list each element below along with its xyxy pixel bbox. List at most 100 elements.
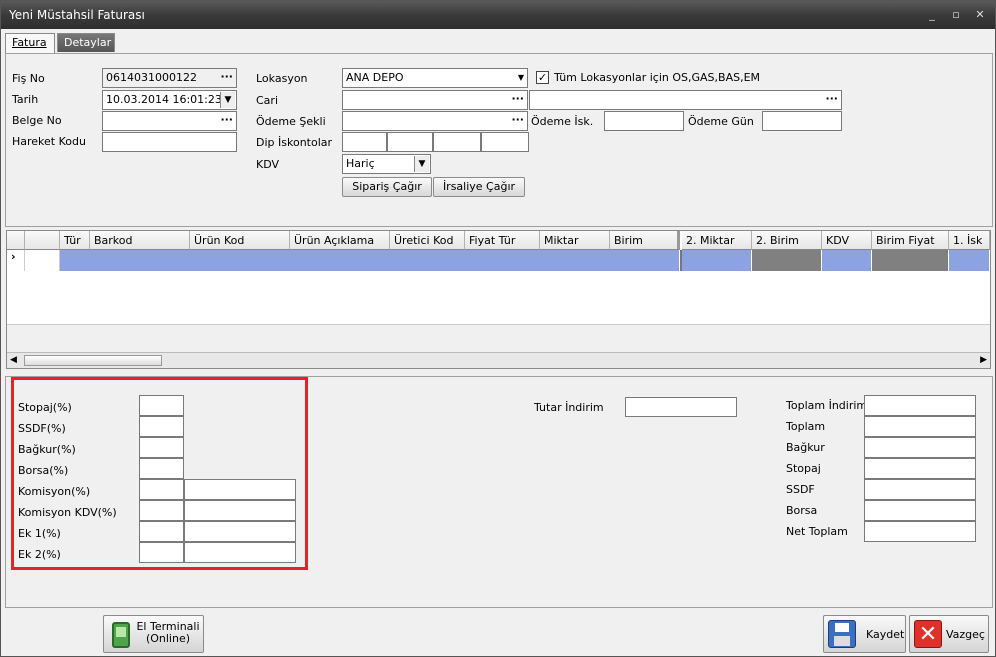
vazgec-button[interactable]: ✕ Vazgeç (909, 615, 989, 653)
scroll-left-icon[interactable]: ◀ (10, 355, 17, 365)
dip-iskonto-4-field[interactable] (481, 132, 529, 152)
odeme-sekli-lookup-icon[interactable]: ··· (511, 113, 524, 127)
deduction-rate-field[interactable] (139, 542, 184, 563)
odeme-gun-label: Ödeme Gün (688, 115, 754, 128)
tab-detaylar[interactable]: Detaylar (57, 33, 115, 52)
kaydet-label: Kaydet (866, 628, 905, 641)
title-bar: Yeni Müstahsil Faturası _ ▫ ✕ (1, 1, 995, 29)
irsaliye-cagir-button[interactable]: İrsaliye Çağır (433, 177, 525, 197)
deduction-amount-field[interactable] (184, 521, 296, 542)
dip-iskonto-2-field[interactable] (387, 132, 433, 152)
deduction-label: Komisyon KDV(%) (18, 506, 117, 519)
col-header-1-isk[interactable]: 1. İsk (949, 231, 990, 250)
dip-iskonto-3-field[interactable] (433, 132, 481, 152)
total-value-field[interactable] (864, 395, 976, 416)
cari-lookup-icon[interactable]: ··· (511, 92, 524, 106)
deduction-label: SSDF(%) (18, 422, 66, 435)
grid-footer-row (7, 324, 990, 352)
total-value-field[interactable] (864, 437, 976, 458)
total-label: Stopaj (786, 462, 821, 475)
col-header-uretici-kod[interactable]: Üretici Kod (390, 231, 465, 250)
belge-no-lookup-icon[interactable]: ··· (220, 113, 233, 127)
total-value-field[interactable] (864, 521, 976, 542)
total-value-field[interactable] (864, 500, 976, 521)
scrollbar-thumb[interactable] (24, 355, 162, 366)
deduction-amount-field[interactable] (184, 542, 296, 563)
col-header-urun-aciklama[interactable]: Ürün Açıklama (290, 231, 390, 250)
table-row-cell-kdv[interactable] (822, 250, 872, 271)
col-header-birim-fiyat[interactable]: Birim Fiyat (872, 231, 949, 250)
total-label: SSDF (786, 483, 815, 496)
table-row-cell-1-isk[interactable] (949, 250, 990, 271)
deduction-rate-field[interactable] (139, 500, 184, 521)
chevron-down-icon[interactable]: ▼ (518, 71, 524, 85)
grid-header-blank (25, 231, 60, 250)
chevron-down-icon[interactable]: ▼ (220, 92, 235, 108)
el-terminali-button[interactable]: El Terminali (Online) (103, 615, 204, 653)
deduction-amount-field[interactable] (184, 479, 296, 500)
deduction-rate-field[interactable] (139, 479, 184, 500)
fis-no-field[interactable]: 0614031000122 ··· (102, 68, 237, 88)
col-header-2-miktar[interactable]: 2. Miktar (682, 231, 752, 250)
odeme-sekli-field[interactable]: ··· (342, 111, 528, 131)
belge-no-field[interactable]: ··· (102, 111, 237, 131)
horizontal-scrollbar[interactable]: ◀ ▶ (7, 352, 990, 368)
fis-no-lookup-icon[interactable]: ··· (220, 70, 233, 84)
cancel-icon: ✕ (914, 620, 942, 648)
table-row-cell-2-miktar[interactable] (680, 250, 752, 271)
cari-name-lookup-icon[interactable]: ··· (825, 92, 838, 106)
deduction-label: Borsa(%) (18, 464, 69, 477)
total-value-field[interactable] (864, 416, 976, 437)
tab-fatura[interactable]: Fatura (5, 33, 55, 53)
kdv-label: KDV (256, 158, 280, 171)
tum-lokasyonlar-checkbox[interactable]: ✓ (536, 71, 549, 84)
deduction-rate-field[interactable] (139, 416, 184, 437)
lokasyon-select[interactable]: ANA DEPO ▼ (342, 68, 528, 88)
chevron-down-icon[interactable]: ▼ (414, 156, 429, 172)
dip-iskonto-1-field[interactable] (342, 132, 387, 152)
scroll-right-icon[interactable]: ▶ (980, 355, 987, 365)
col-header-fiyat-tur[interactable]: Fiyat Tür (465, 231, 540, 250)
deduction-rate-field[interactable] (139, 395, 184, 416)
tarih-field[interactable]: 10.03.2014 16:01:23 ▼ (102, 90, 237, 110)
table-row[interactable] (60, 250, 680, 271)
close-button[interactable]: ✕ (971, 7, 989, 23)
siparis-cagir-button[interactable]: Sipariş Çağır (342, 177, 432, 197)
hareket-kodu-field[interactable] (102, 132, 237, 152)
table-row-cell-2-birim[interactable] (752, 250, 822, 271)
col-header-tur[interactable]: Tür (60, 231, 90, 250)
col-header-kdv[interactable]: KDV (822, 231, 872, 250)
fis-no-label: Fiş No (12, 72, 45, 85)
kaydet-button[interactable]: Kaydet (823, 615, 906, 653)
tarih-label: Tarih (12, 93, 39, 106)
odeme-gun-field[interactable] (762, 111, 842, 131)
deduction-rate-field[interactable] (139, 437, 184, 458)
col-header-urun-kod[interactable]: Ürün Kod (190, 231, 290, 250)
cari-name-field[interactable]: ··· (529, 90, 842, 110)
deduction-rate-field[interactable] (139, 521, 184, 542)
deduction-amount-field[interactable] (184, 500, 296, 521)
col-header-miktar[interactable]: Miktar (540, 231, 610, 250)
maximize-button[interactable]: ▫ (947, 7, 965, 23)
col-header-barkod[interactable]: Barkod (90, 231, 190, 250)
hareket-kodu-label: Hareket Kodu (12, 135, 86, 148)
row-indicator-icon[interactable]: › (7, 250, 25, 271)
total-label: Toplam İndirim (786, 399, 868, 412)
table-row-cell-birim-fiyat[interactable] (872, 250, 949, 271)
kdv-select[interactable]: Hariç ▼ (342, 154, 431, 174)
belge-no-label: Belge No (12, 114, 62, 127)
minimize-button[interactable]: _ (923, 7, 941, 23)
phone-icon (112, 622, 130, 648)
total-value-field[interactable] (864, 458, 976, 479)
total-value-field[interactable] (864, 479, 976, 500)
row-blank-cell[interactable] (25, 250, 60, 271)
cari-code-field[interactable]: ··· (342, 90, 528, 110)
col-header-birim[interactable]: Birim (610, 231, 680, 250)
invoice-lines-grid[interactable]: Tür Barkod Ürün Kod Ürün Açıklama Üretic… (6, 230, 991, 369)
invoice-window: Yeni Müstahsil Faturası _ ▫ ✕ Fatura Det… (0, 0, 996, 657)
odeme-isk-field[interactable] (604, 111, 684, 131)
tutar-indirim-field[interactable] (625, 397, 737, 417)
deduction-rate-field[interactable] (139, 458, 184, 479)
grid-header-indicator (7, 231, 25, 250)
col-header-2-birim[interactable]: 2. Birim (752, 231, 822, 250)
